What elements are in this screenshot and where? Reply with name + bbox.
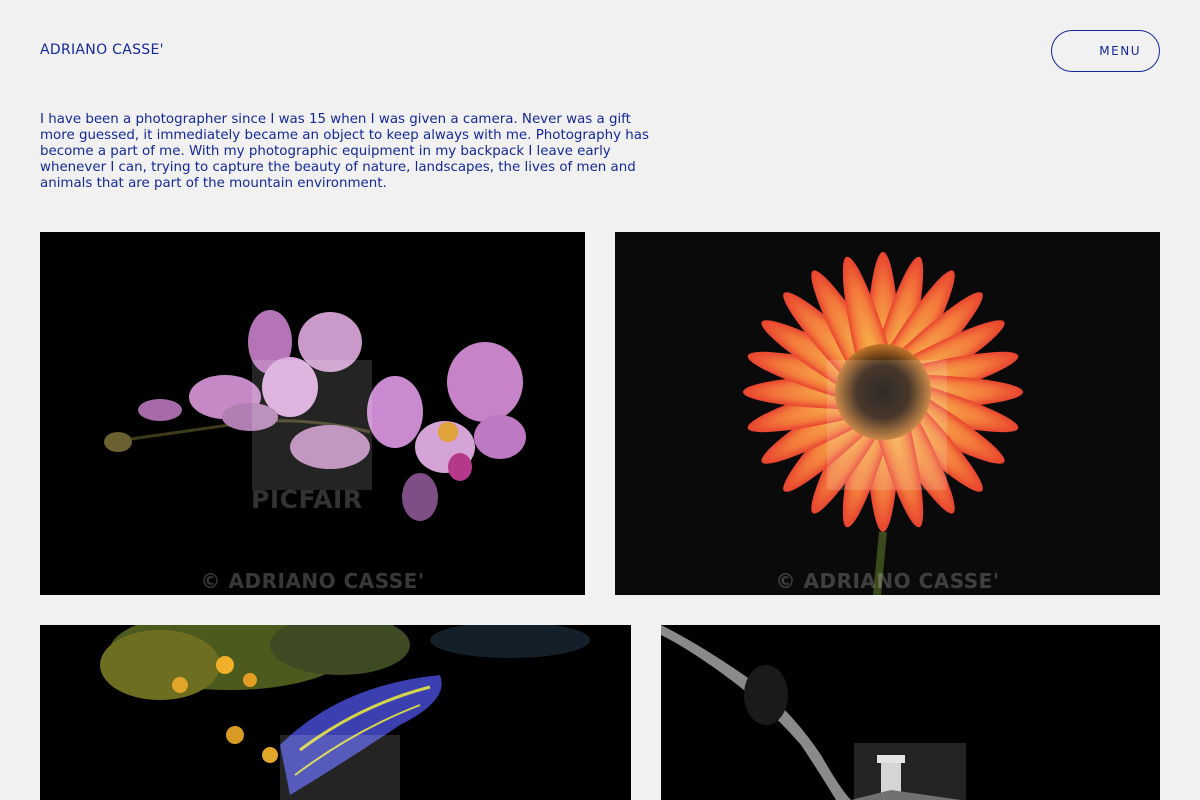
watermark-copyright: © ADRIANO CASSE' [200, 569, 425, 593]
photo-underwater[interactable] [40, 625, 631, 800]
photo-gerbera[interactable]: © ADRIANO CASSE' [615, 232, 1160, 595]
watermark-box [827, 360, 947, 490]
watermark-box [854, 743, 966, 800]
menu-button[interactable]: MENU [1051, 30, 1160, 72]
watermark-picfair: PICFAIR [251, 485, 363, 514]
intro-paragraph: I have been a photographer since I was 1… [40, 112, 649, 191]
watermark-box [280, 735, 400, 800]
photo-orchids[interactable]: PICFAIR © ADRIANO CASSE' [40, 232, 585, 595]
photo-tower[interactable] [661, 625, 1160, 800]
watermark-copyright: © ADRIANO CASSE' [775, 569, 1000, 593]
watermark-box [252, 360, 372, 490]
site-title-link[interactable]: ADRIANO CASSE' [40, 42, 164, 58]
